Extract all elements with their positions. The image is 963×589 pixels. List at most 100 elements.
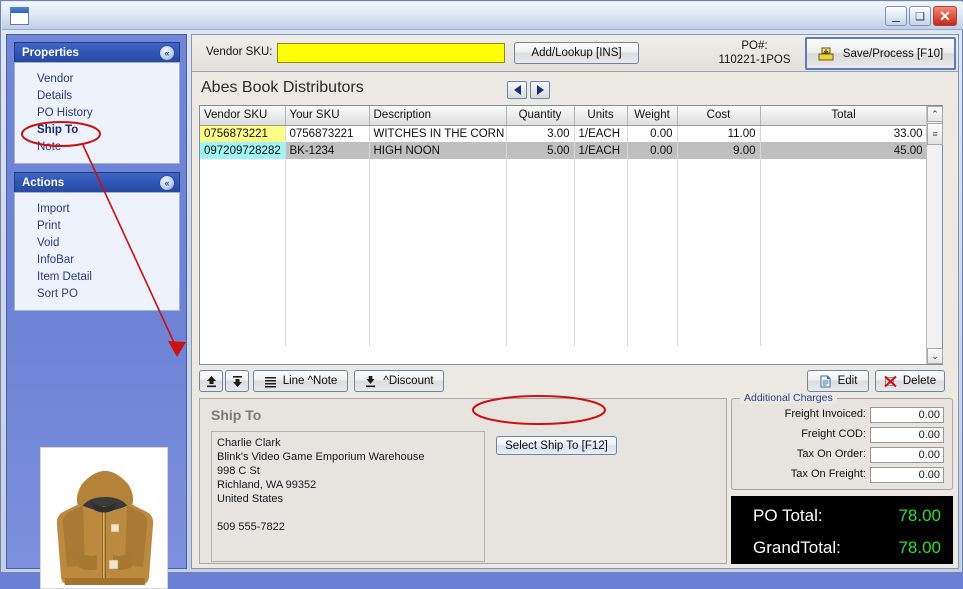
table-row[interactable]: 0756873221 0756873221 WITCHES IN THE COR… [200,125,928,142]
close-button[interactable]: ✕ [933,6,957,26]
table-header-row: Vendor SKU Your SKU Description Quantity… [200,106,928,126]
sidebar-item-void[interactable]: Void [15,234,179,251]
column-header-weight[interactable]: Weight [627,106,678,126]
line-note-label: Line ^Note [282,375,338,387]
scroll-up-button[interactable]: ⌃ [927,106,943,122]
line-note-button[interactable]: Line ^Note [253,370,348,392]
select-ship-to-button[interactable]: Select Ship To [F12] [496,436,617,455]
sidebar-item-po-history[interactable]: PO History [15,104,179,121]
cell-cost: 9.00 [677,142,761,159]
cell-quantity: 5.00 [506,142,575,159]
table-row-empty [200,159,928,176]
arrow-up-bar-icon [205,375,218,388]
table-row[interactable]: 097209728282 BK-1234 HIGH NOON 5.00 1/EA… [200,142,928,159]
vendor-name: Abes Book Distributors [201,79,364,96]
sidebar-item-sort-po[interactable]: Sort PO [15,285,179,302]
sidebar-item-item-detail[interactable]: Item Detail [15,268,179,285]
lines-list-icon [264,375,277,388]
column-header-vendor-sku[interactable]: Vendor SKU [200,106,286,126]
chevron-up-icon[interactable]: « [159,45,175,61]
table-row-empty [200,261,928,278]
chevron-up-icon[interactable]: « [159,175,175,191]
next-record-button[interactable] [530,81,550,99]
navigation-panel: Properties « Vendor Details PO History S… [6,34,187,589]
scrollbar-thumb[interactable]: ≡ [927,123,943,145]
cell-your-sku: BK-1234 [285,142,370,159]
close-icon: ✕ [939,7,951,24]
save-process-button[interactable]: Save/Process [F10] [805,37,956,70]
tax-on-freight-field[interactable]: 0.00 [870,467,944,483]
cell-weight: 0.00 [627,142,678,159]
nav-group-properties-header[interactable]: Properties « [14,42,180,62]
column-header-total[interactable]: Total [760,106,928,126]
column-header-units[interactable]: Units [574,106,628,126]
nav-group-actions-title: Actions [22,176,65,189]
sidebar-item-note[interactable]: Note [15,138,179,155]
cell-description: WITCHES IN THE CORN F [369,125,507,142]
move-line-down-button[interactable] [225,370,249,392]
edit-button[interactable]: Edit [807,370,869,392]
previous-record-button[interactable] [507,81,527,99]
delete-x-icon [884,375,897,388]
sidebar-item-vendor[interactable]: Vendor [15,70,179,87]
cell-vendor-sku: 097209728282 [200,142,286,159]
tax-on-freight-label: Tax On Freight: [790,468,866,480]
sidebar-item-details[interactable]: Details [15,87,179,104]
additional-charges-legend: Additional Charges [740,392,837,404]
freight-invoiced-field[interactable]: 0.00 [870,407,944,423]
column-header-cost[interactable]: Cost [677,106,761,126]
arrow-right-icon [536,85,544,95]
grand-total-label: GrandTotal: [753,538,841,557]
delete-label: Delete [902,375,937,387]
move-line-up-button[interactable] [199,370,223,392]
grid-vertical-scrollbar[interactable]: ⌃ ≡ ⌄ [926,106,943,364]
sidebar-item-print[interactable]: Print [15,217,179,234]
discount-button[interactable]: ^Discount [354,370,444,392]
freight-cod-field[interactable]: 0.00 [870,427,944,443]
top-toolbar: Vendor SKU: Add/Lookup [INS] PO#: 110221… [192,35,958,72]
nav-group-properties-body: Vendor Details PO History Ship To Note [14,62,180,164]
arrow-left-icon [513,85,521,95]
line-items-table: Vendor SKU Your SKU Description Quantity… [200,106,928,346]
additional-charges-group: Additional Charges Freight Invoiced: 0.0… [731,392,953,490]
column-header-quantity[interactable]: Quantity [506,106,575,126]
ship-to-address: Charlie Clark Blink's Video Game Emporiu… [211,431,485,562]
nav-group-properties: Properties « Vendor Details PO History S… [14,42,180,164]
delete-button[interactable]: Delete [875,370,945,392]
column-header-description[interactable]: Description [369,106,507,126]
ship-to-heading: Ship To [211,407,262,423]
cell-your-sku: 0756873221 [285,125,370,142]
cell-total: 45.00 [760,142,928,159]
tax-on-order-label: Tax On Order: [796,448,866,460]
nav-group-actions-header[interactable]: Actions « [14,172,180,192]
arrow-down-bar-icon [231,375,244,388]
table-row-empty [200,278,928,295]
scroll-down-button[interactable]: ⌄ [927,348,943,364]
product-thumbnail [40,447,168,589]
table-row-empty [200,227,928,244]
table-row-empty [200,244,928,261]
vendor-sku-input[interactable] [277,43,505,63]
minimize-button[interactable]: – [885,6,907,27]
table-row-empty [200,329,928,346]
cell-quantity: 3.00 [506,125,575,142]
nav-group-actions-body: Import Print Void InfoBar Item Detail So… [14,192,180,311]
window-icon [10,7,29,25]
edit-label: Edit [837,375,858,387]
save-disk-icon [818,47,834,61]
grand-total-row: GrandTotal: 78.00 [731,538,953,566]
sidebar-item-infobar[interactable]: InfoBar [15,251,179,268]
sidebar-item-ship-to[interactable]: Ship To [15,121,179,138]
cell-units: 1/EACH [574,125,628,142]
sidebar-item-import[interactable]: Import [15,200,179,217]
tax-on-order-field[interactable]: 0.00 [870,447,944,463]
line-items-grid[interactable]: Vendor SKU Your SKU Description Quantity… [199,105,943,365]
column-header-your-sku[interactable]: Your SKU [285,106,370,126]
cell-units: 1/EACH [574,142,628,159]
title-bar: – ❑ ✕ [2,2,963,30]
po-total-value: 78.00 [898,506,941,525]
maximize-button[interactable]: ❑ [909,6,931,26]
save-process-label: Save/Process [F10] [842,47,944,60]
main-content-pane: Vendor SKU: Add/Lookup [INS] PO#: 110221… [191,34,959,569]
add-lookup-button[interactable]: Add/Lookup [INS] [514,42,639,64]
